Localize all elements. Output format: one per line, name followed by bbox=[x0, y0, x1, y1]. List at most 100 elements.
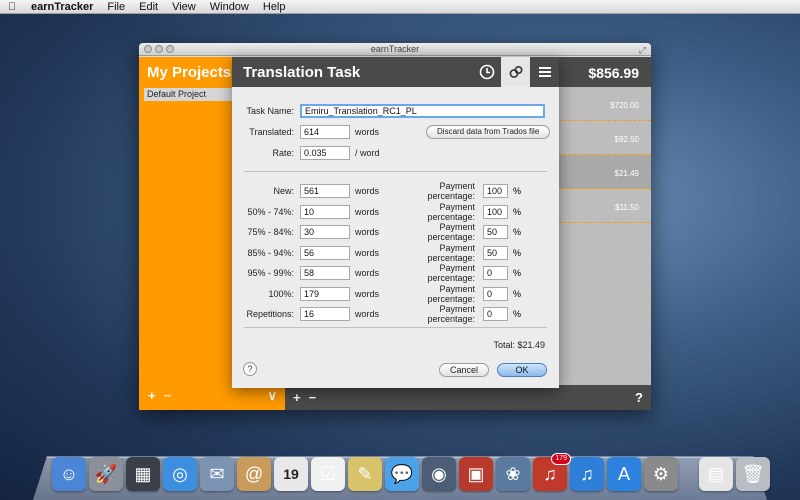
match-words-input[interactable] bbox=[300, 184, 350, 198]
payment-percentage-input[interactable] bbox=[483, 204, 508, 219]
system-preferences-icon[interactable]: ⚙ bbox=[644, 457, 678, 491]
match-words-unit: words bbox=[355, 186, 380, 196]
app-store-icon[interactable]: A bbox=[607, 457, 641, 491]
add-task-button[interactable]: + bbox=[293, 390, 301, 405]
launchpad-icon[interactable]: 🚀 bbox=[89, 457, 123, 491]
menu-app-name[interactable]: earnTracker bbox=[24, 0, 100, 14]
translated-unit: words bbox=[355, 127, 380, 137]
percent-unit: % bbox=[513, 227, 522, 237]
match-words-input[interactable] bbox=[300, 225, 350, 239]
rate-unit: / word bbox=[355, 148, 380, 158]
itunes-store-icon[interactable]: ♫ 179 bbox=[533, 453, 571, 491]
task-total: Total: $21.49 bbox=[493, 340, 545, 350]
percent-unit: % bbox=[513, 247, 522, 258]
help-button[interactable]: ? bbox=[635, 390, 643, 405]
messages-icon[interactable]: 💬 bbox=[385, 457, 419, 491]
reminders-icon[interactable]: ☑ bbox=[311, 457, 345, 491]
circles-icon[interactable] bbox=[501, 57, 530, 87]
match-label: 75% - 84%: bbox=[247, 227, 294, 237]
match-words-input[interactable] bbox=[300, 266, 350, 280]
task-amount: $92.50 bbox=[614, 135, 639, 144]
match-words-unit: words bbox=[355, 206, 380, 217]
match-label: Repetitions: bbox=[246, 309, 294, 319]
menu-view[interactable]: View bbox=[165, 0, 203, 14]
payment-percentage-input[interactable] bbox=[483, 225, 508, 239]
match-row: 75% - 84%: words Payment percentage:% bbox=[240, 222, 521, 242]
dialog-help-button[interactable]: ? bbox=[243, 362, 257, 376]
match-row: 95% - 99%: words Payment percentage:% bbox=[240, 263, 521, 283]
payment-percentage-input[interactable] bbox=[483, 307, 508, 321]
payment-percentage-input[interactable] bbox=[483, 245, 508, 260]
payment-percentage-label: Payment percentage: bbox=[427, 181, 475, 201]
chevron-down-icon[interactable]: ∨ bbox=[267, 388, 277, 404]
window-titlebar[interactable]: earnTracker ⤢ bbox=[139, 43, 651, 56]
match-words-unit: words bbox=[355, 288, 380, 299]
task-amount: $720.00 bbox=[610, 101, 639, 110]
payment-percentage-input[interactable] bbox=[483, 286, 508, 301]
remove-task-button[interactable]: − bbox=[309, 390, 317, 405]
percent-unit: % bbox=[513, 268, 522, 278]
iphoto-icon[interactable]: ❀ bbox=[496, 457, 530, 491]
task-amount: $21.49 bbox=[614, 169, 639, 178]
facetime-icon[interactable]: ◉ bbox=[422, 457, 456, 491]
discard-trados-button[interactable]: Discard data from Trados file bbox=[426, 125, 551, 139]
mail-icon[interactable]: ✉ bbox=[200, 457, 234, 491]
dialog-header: Translation Task bbox=[232, 57, 559, 87]
finder-icon[interactable]: ☺ bbox=[52, 457, 86, 491]
calendar-icon[interactable]: 19 bbox=[274, 457, 308, 491]
match-label: 85% - 94%: bbox=[247, 247, 294, 258]
fullscreen-icon[interactable]: ⤢ bbox=[639, 44, 646, 57]
payment-percentage-label: Payment percentage: bbox=[427, 201, 475, 222]
divider bbox=[244, 327, 547, 328]
payment-percentage-label: Payment percentage: bbox=[427, 222, 475, 242]
menu-edit[interactable]: Edit bbox=[132, 0, 165, 14]
match-words-unit: words bbox=[355, 268, 380, 278]
safari-icon[interactable]: ◎ bbox=[163, 457, 197, 491]
itunes-icon[interactable]: ♫ bbox=[570, 457, 604, 491]
match-label: New: bbox=[273, 186, 294, 196]
add-project-button[interactable]: + bbox=[148, 388, 156, 404]
clock-icon[interactable] bbox=[472, 57, 501, 87]
cancel-button[interactable]: Cancel bbox=[439, 363, 489, 377]
match-row: Repetitions: words Payment percentage:% bbox=[240, 304, 521, 324]
match-words-input[interactable] bbox=[300, 204, 350, 219]
window-title: earnTracker bbox=[370, 44, 420, 54]
notes-icon[interactable]: ✎ bbox=[348, 457, 382, 491]
match-words-input[interactable] bbox=[300, 307, 350, 321]
menu-help[interactable]: Help bbox=[256, 0, 293, 14]
apple-menu-icon[interactable]:  bbox=[0, 1, 24, 13]
rate-label: Rate: bbox=[272, 148, 294, 158]
documents-icon[interactable]: ▤ bbox=[699, 457, 733, 491]
close-window-icon[interactable] bbox=[144, 45, 152, 53]
trash-icon[interactable]: 🗑 bbox=[736, 457, 770, 491]
photo-booth-icon[interactable]: ▣ bbox=[459, 457, 493, 491]
rate-input[interactable] bbox=[300, 146, 350, 160]
payment-percentage-label: Payment percentage: bbox=[427, 304, 475, 324]
match-words-input[interactable] bbox=[300, 286, 350, 301]
match-row: 100%: words Payment percentage:% bbox=[240, 284, 521, 304]
match-row: 85% - 94%: words Payment percentage:% bbox=[240, 243, 521, 263]
minimize-window-icon[interactable] bbox=[155, 45, 163, 53]
match-words-unit: words bbox=[355, 247, 380, 258]
dialog-title: Translation Task bbox=[243, 64, 361, 81]
payment-percentage-input[interactable] bbox=[483, 266, 508, 280]
payment-percentage-input[interactable] bbox=[483, 184, 508, 198]
match-label: 100%: bbox=[268, 288, 294, 299]
task-name-label: Task Name: bbox=[246, 106, 294, 116]
task-name-input[interactable] bbox=[300, 104, 545, 118]
match-words-input[interactable] bbox=[300, 245, 350, 260]
translated-input[interactable] bbox=[300, 125, 350, 139]
payment-percentage-label: Payment percentage: bbox=[427, 283, 475, 304]
menu-file[interactable]: File bbox=[100, 0, 132, 14]
contacts-icon[interactable]: @ bbox=[237, 457, 271, 491]
divider bbox=[244, 171, 547, 172]
task-amount: $11.50 bbox=[615, 203, 639, 212]
menu-window[interactable]: Window bbox=[203, 0, 256, 14]
zoom-window-icon[interactable] bbox=[166, 45, 174, 53]
menu-icon[interactable] bbox=[530, 57, 559, 87]
ok-button[interactable]: OK bbox=[497, 363, 547, 377]
mission-control-icon[interactable]: ▦ bbox=[126, 457, 160, 491]
remove-project-button[interactable]: − bbox=[164, 388, 172, 404]
percent-unit: % bbox=[513, 288, 522, 299]
percent-unit: % bbox=[513, 206, 522, 217]
